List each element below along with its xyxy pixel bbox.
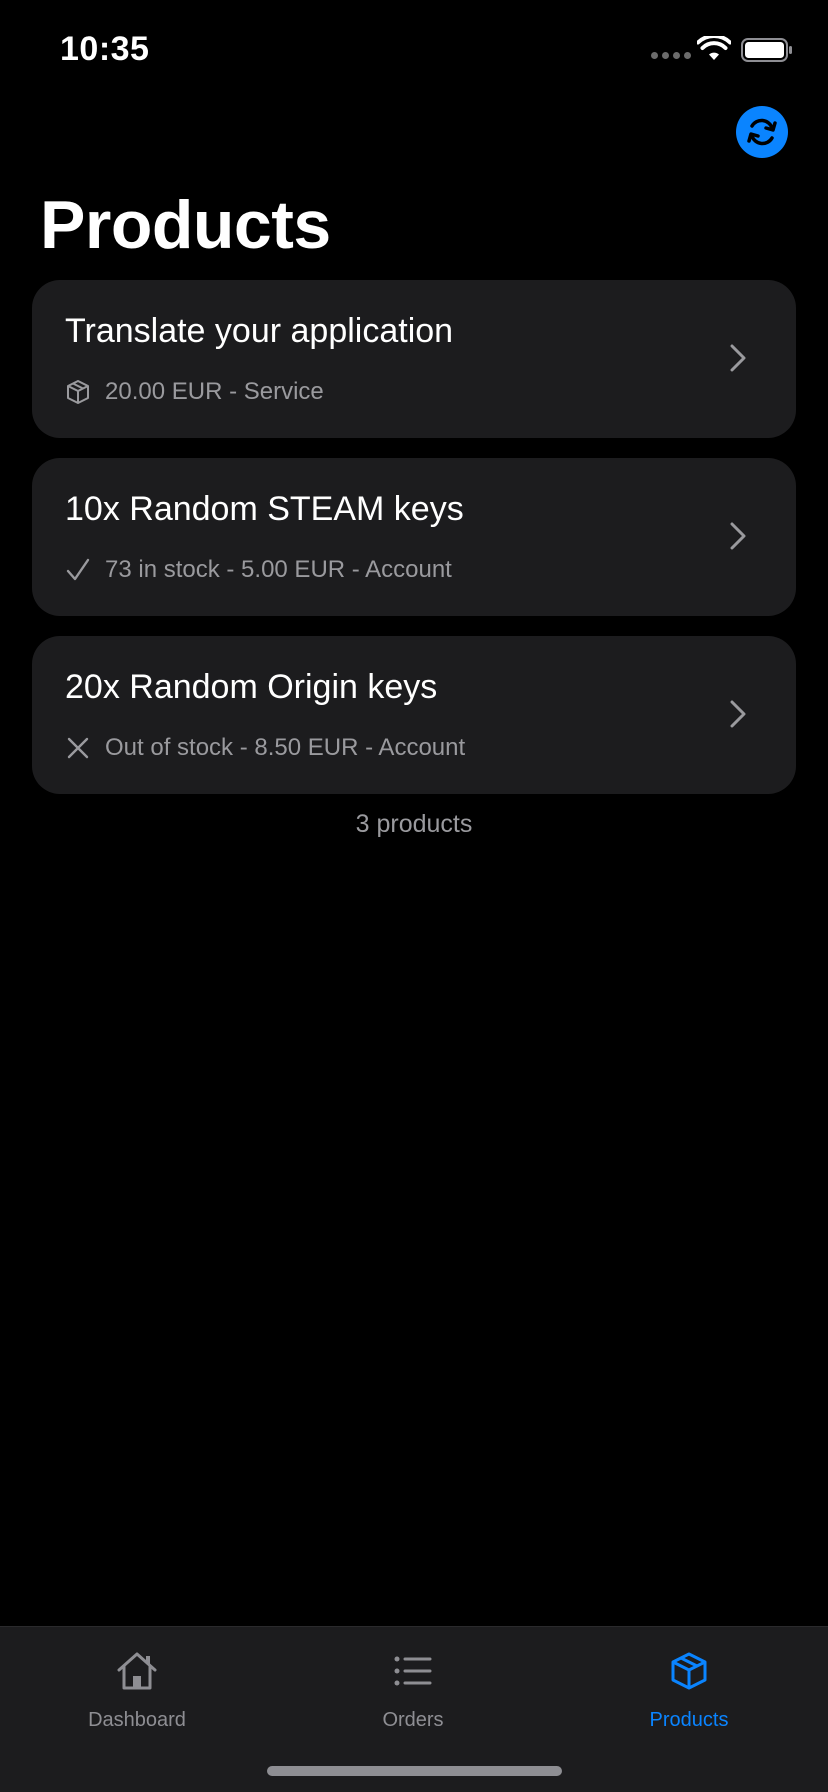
cellular-signal-icon xyxy=(651,52,691,59)
product-row[interactable]: 10x Random STEAM keys 73 in stock - 5.00… xyxy=(32,458,796,616)
product-meta: Out of stock - 8.50 EUR - Account xyxy=(65,734,465,762)
tab-orders[interactable]: Orders xyxy=(313,1647,513,1732)
x-icon xyxy=(65,735,91,761)
tab-label: Products xyxy=(649,1709,729,1731)
tab-label: Orders xyxy=(382,1709,444,1731)
house-icon xyxy=(117,1652,157,1690)
status-bar: 10:35 xyxy=(0,0,828,100)
status-time: 10:35 xyxy=(60,30,150,68)
product-meta-text: Out of stock - 8.50 EUR - Account xyxy=(105,734,466,761)
refresh-button[interactable] xyxy=(736,106,788,158)
product-name: 20x Random Origin keys xyxy=(65,668,438,706)
product-meta: 20.00 EUR - Service xyxy=(65,378,324,406)
product-list: Translate your application 20.00 EUR - S… xyxy=(32,280,796,814)
battery-icon xyxy=(741,38,792,62)
list-icon xyxy=(394,1656,432,1686)
product-meta-text: 20.00 EUR - Service xyxy=(105,378,324,405)
refresh-icon xyxy=(747,118,777,146)
product-row[interactable]: Translate your application 20.00 EUR - S… xyxy=(32,280,796,438)
chevron-right-icon xyxy=(730,522,746,550)
chevron-right-icon xyxy=(730,700,746,728)
package-icon xyxy=(65,379,91,405)
tab-dashboard[interactable]: Dashboard xyxy=(37,1647,237,1732)
chevron-right-icon xyxy=(730,344,746,372)
product-name: 10x Random STEAM keys xyxy=(65,490,464,528)
tab-products[interactable]: Products xyxy=(589,1647,789,1732)
product-meta: 73 in stock - 5.00 EUR - Account xyxy=(65,556,452,584)
products-screen: 10:35 Products Translate your applicatio… xyxy=(0,0,828,1792)
page-title: Products xyxy=(40,187,331,263)
product-meta-text: 73 in stock - 5.00 EUR - Account xyxy=(105,556,452,583)
product-count-label: 3 products xyxy=(355,810,473,838)
wifi-icon xyxy=(697,36,731,60)
checkmark-icon xyxy=(65,557,91,583)
package-icon xyxy=(671,1652,707,1690)
home-indicator[interactable] xyxy=(267,1766,562,1776)
product-row[interactable]: 20x Random Origin keys Out of stock - 8.… xyxy=(32,636,796,794)
product-name: Translate your application xyxy=(65,312,454,350)
tab-label: Dashboard xyxy=(88,1709,186,1731)
